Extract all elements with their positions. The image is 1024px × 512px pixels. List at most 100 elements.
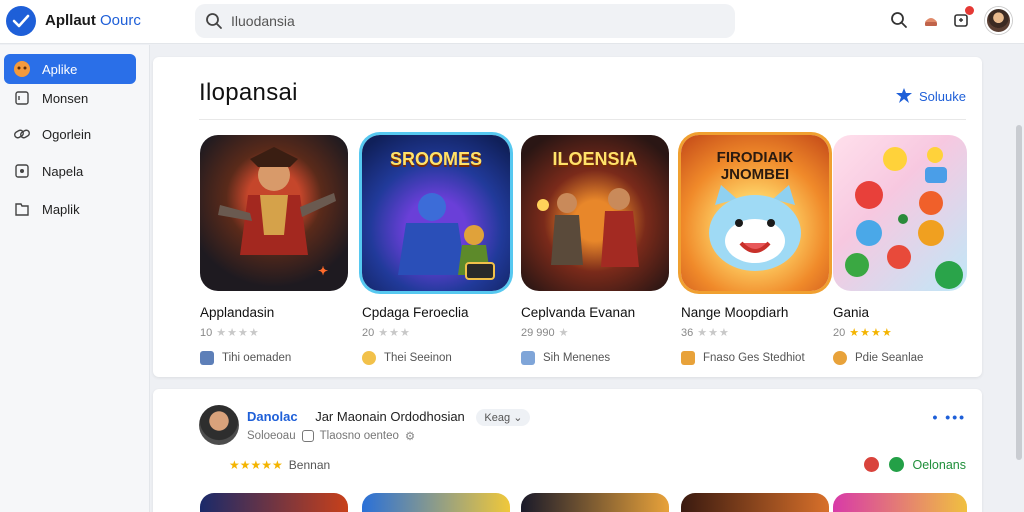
record-icon — [864, 457, 880, 472]
app-meta: Tihi oemaden — [200, 351, 350, 365]
app-thumbnail[interactable] — [833, 135, 967, 291]
rating-stars: ★ — [558, 327, 570, 339]
review-sub-2: Tlaosno oenteo — [319, 430, 399, 442]
folder-icon — [10, 200, 34, 218]
app-rating: 20 ★★★★ — [833, 326, 983, 340]
app-thumbnail-partial[interactable] — [200, 493, 348, 512]
app-rating: 10 ★★★★ — [200, 326, 350, 340]
square-icon — [10, 162, 34, 180]
review-action[interactable]: Oelonans — [864, 457, 966, 472]
sidebar-item-aplike[interactable]: Aplike — [4, 54, 136, 84]
app-logo-icon[interactable] — [6, 6, 36, 36]
thumb-up-icon — [200, 351, 214, 365]
brand-primary: Apllaut — [45, 12, 96, 29]
sidebar-item-monsen[interactable]: Monsen — [4, 83, 136, 113]
review-subline: Soloeoau Tlaosno oenteo ⚙ — [247, 429, 415, 443]
rating-count: 29 990 — [521, 326, 555, 339]
review-tag-label: Keag — [484, 412, 511, 424]
review-card: Danolac Jar Maonain Ordodhosian Keag ⌄ S… — [153, 389, 982, 512]
review-header: Danolac Jar Maonain Ordodhosian Keag ⌄ — [247, 409, 531, 426]
rating-stars: ★★★★ — [849, 327, 893, 339]
app-thumbnail[interactable]: FIRODIAIK JNOMBEI — [681, 135, 829, 291]
sidebar-item-maplik[interactable]: Maplik — [4, 194, 136, 224]
chevron-down-icon: ⌄ — [513, 412, 523, 424]
review-tag[interactable]: Keag ⌄ — [476, 409, 531, 426]
search-input[interactable] — [231, 11, 711, 31]
sidebar-item-label: Maplik — [42, 201, 80, 217]
featured-apps-card: Ilopansai Soluuke ✦ Applandasin 10 ★★★★ … — [153, 57, 982, 377]
warrior-art-icon: ✦ — [218, 147, 336, 278]
sidebar-item-label: Aplike — [42, 61, 78, 77]
reviewer-avatar[interactable] — [199, 405, 239, 445]
app-card[interactable]: ILOENSIA Ceplvanda Evanan 29 990 ★ Sih M… — [521, 135, 671, 365]
app-name: Ceplvanda Evanan — [521, 305, 636, 320]
app-meta: Thei Seeinon — [362, 351, 512, 365]
grid-icon — [681, 351, 695, 365]
app-name: Nange Moopdiarh — [681, 305, 789, 320]
link-icon — [10, 125, 34, 143]
chat-icon — [889, 457, 905, 472]
app-thumbnail-partial[interactable] — [681, 493, 829, 512]
svg-text:✦: ✦ — [318, 264, 328, 278]
review-stars: ★★★★★ — [229, 458, 283, 472]
meta-text: Thei Seeinon — [384, 352, 452, 364]
sidebar-item-label: Monsen — [42, 90, 89, 106]
sidebar: Aplike Monsen Ogorlein Napela Maplik — [0, 45, 150, 512]
image-icon — [521, 351, 535, 365]
review-rating: ★★★★★ Bennan — [229, 458, 330, 472]
rating-stars: ★★★★ — [216, 327, 260, 339]
rating-count: 10 — [200, 326, 213, 339]
section-title: Ilopansai — [199, 79, 298, 106]
review-title: Jar Maonain Ordodhosian — [315, 409, 465, 424]
scrollbar[interactable] — [1016, 125, 1022, 460]
app-card[interactable]: SROOMES Cpdaga Feroeclia 20 ★★★ Thei See… — [362, 135, 512, 365]
notification-icon[interactable] — [950, 6, 974, 31]
review-action-label: Oelonans — [912, 457, 966, 472]
app-thumbnail-partial[interactable] — [833, 493, 967, 512]
see-more-link[interactable]: Soluuke — [895, 87, 966, 105]
reviewer-name[interactable]: Danolac — [247, 409, 298, 424]
app-rating: 20 ★★★ — [362, 326, 512, 340]
search-icon[interactable] — [888, 9, 910, 31]
app-thumbnail-partial[interactable] — [362, 493, 510, 512]
app-card[interactable]: ✦ Applandasin 10 ★★★★ Tihi oemaden — [200, 135, 350, 365]
sidebar-item-napela[interactable]: Napela — [4, 156, 136, 186]
meta-text: Tihi oemaden — [222, 352, 292, 364]
app-thumbnail[interactable]: SROOMES — [362, 135, 510, 291]
app-thumbnail-partial[interactable] — [521, 493, 669, 512]
rating-count: 20 — [833, 326, 846, 339]
sidebar-item-label: Ogorlein — [42, 126, 92, 142]
thumbnail-title: FIRODIAIK JNOMBEI — [716, 149, 794, 183]
search-icon — [205, 12, 223, 35]
smile-icon — [362, 351, 376, 365]
box-icon — [10, 89, 34, 107]
app-card[interactable]: Gania 20 ★★★★ Pdie Seanlae — [833, 135, 983, 365]
checkbox-icon — [301, 430, 314, 442]
app-thumbnail[interactable]: ILOENSIA — [521, 135, 669, 291]
brand-name: Apllaut Oourc — [45, 12, 141, 29]
sidebar-item-ogorlein[interactable]: Ogorlein — [4, 119, 136, 149]
app-card[interactable]: FIRODIAIK JNOMBEI Nange Moopdiarh 36 ★★★… — [681, 135, 831, 365]
rating-count: 36 — [681, 326, 694, 339]
coin-icon — [833, 351, 847, 365]
settings-icon: ⚙ — [404, 431, 416, 443]
app-name: Applandasin — [200, 305, 275, 320]
app-rating: 36 ★★★ — [681, 326, 831, 340]
cake-icon[interactable] — [920, 9, 942, 31]
app-meta: Sih Menenes — [521, 351, 671, 365]
notification-badge — [965, 6, 974, 15]
search-bar[interactable] — [195, 4, 735, 38]
user-avatar[interactable] — [985, 7, 1012, 34]
rating-stars: ★★★ — [697, 327, 730, 339]
rating-count: 20 — [362, 326, 375, 339]
review-stars-label: Bennan — [288, 458, 331, 472]
badge-icon — [896, 88, 913, 103]
app-thumbnail[interactable]: ✦ — [200, 135, 348, 291]
meta-text: Fnaso Ges Stedhiot — [703, 352, 805, 364]
candy-art-icon — [845, 147, 963, 289]
app-meta: Pdie Seanlae — [833, 351, 983, 365]
more-options-button[interactable]: • ••• — [933, 409, 967, 425]
sidebar-item-label: Napela — [42, 163, 84, 179]
top-bar: Apllaut Oourc — [0, 0, 1024, 44]
app-name: Gania — [833, 305, 870, 320]
